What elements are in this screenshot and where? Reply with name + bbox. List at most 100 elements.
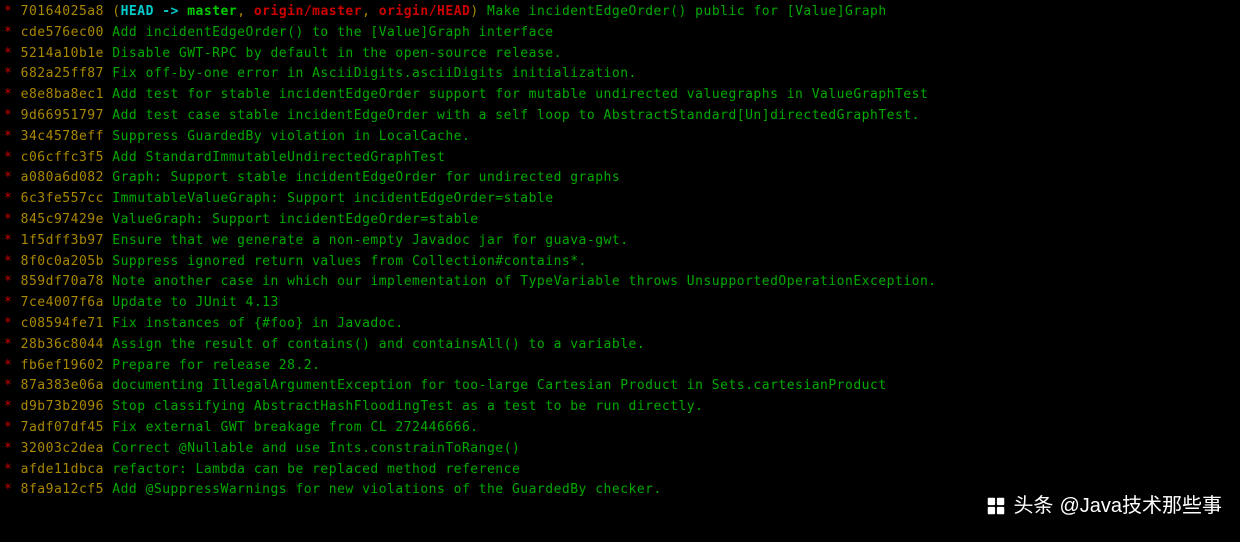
commit-message: Add test for stable incidentEdgeOrder su… — [112, 87, 928, 102]
commit-line: * 9d66951797 Add test case stable incide… — [4, 106, 1236, 127]
commit-hash: 682a25ff87 — [21, 66, 104, 81]
graph-star: * — [4, 87, 12, 102]
graph-star: * — [4, 316, 12, 331]
commit-line: * 34c4578eff Suppress GuardedBy violatio… — [4, 127, 1236, 148]
commit-hash: 34c4578eff — [21, 129, 104, 144]
commit-hash: d9b73b2096 — [21, 399, 104, 414]
commit-line: * 5214a10b1e Disable GWT-RPC by default … — [4, 44, 1236, 65]
ref-remote-branch: origin/master — [254, 4, 362, 19]
watermark-handle: @Java技术那些事 — [1059, 490, 1222, 522]
commit-line: * 682a25ff87 Fix off-by-one error in Asc… — [4, 64, 1236, 85]
commit-line: * c06cffc3f5 Add StandardImmutableUndire… — [4, 148, 1236, 169]
commit-hash: 70164025a8 — [21, 4, 104, 19]
graph-star: * — [4, 274, 12, 289]
commit-hash: 7ce4007f6a — [21, 295, 104, 310]
commit-message: Stop classifying AbstractHashFloodingTes… — [112, 399, 703, 414]
graph-star: * — [4, 46, 12, 61]
commit-line: * 87a383e06a documenting IllegalArgument… — [4, 376, 1236, 397]
commit-message: refactor: Lambda can be replaced method … — [112, 462, 520, 477]
commit-message: Add test case stable incidentEdgeOrder w… — [112, 108, 920, 123]
commit-message: Correct @Nullable and use Ints.constrain… — [112, 441, 520, 456]
commit-message: Prepare for release 28.2. — [112, 358, 320, 373]
commit-line: * 7adf07df45 Fix external GWT breakage f… — [4, 418, 1236, 439]
commit-message: Make incidentEdgeOrder() public for [Val… — [487, 4, 887, 19]
graph-star: * — [4, 420, 12, 435]
commit-line: * 845c97429e ValueGraph: Support inciden… — [4, 210, 1236, 231]
commit-message: Add incidentEdgeOrder() to the [Value]Gr… — [112, 25, 553, 40]
commit-line: * c08594fe71 Fix instances of {#foo} in … — [4, 314, 1236, 335]
commit-message: documenting IllegalArgumentException for… — [112, 378, 886, 393]
refs-open-paren: ( — [112, 4, 120, 19]
graph-star: * — [4, 212, 12, 227]
commit-line: * 8f0c0a205b Suppress ignored return val… — [4, 252, 1236, 273]
graph-star: * — [4, 233, 12, 248]
commit-message: Add @SuppressWarnings for new violations… — [112, 482, 662, 497]
commit-hash: cde576ec00 — [21, 25, 104, 40]
commit-hash: 8fa9a12cf5 — [21, 482, 104, 497]
commit-line: * 859df70a78 Note another case in which … — [4, 272, 1236, 293]
commit-hash: 32003c2dea — [21, 441, 104, 456]
commit-line: * afde11dbca refactor: Lambda can be rep… — [4, 460, 1236, 481]
watermark-icon — [985, 495, 1007, 517]
commit-hash: c08594fe71 — [21, 316, 104, 331]
git-log-output: * 70164025a8 (HEAD -> master, origin/mas… — [4, 2, 1236, 501]
graph-star: * — [4, 254, 12, 269]
graph-star: * — [4, 337, 12, 352]
commit-line: * 70164025a8 (HEAD -> master, origin/mas… — [4, 2, 1236, 23]
graph-star: * — [4, 378, 12, 393]
refs-close-paren: ) — [470, 4, 478, 19]
commit-line: * 28b36c8044 Assign the result of contai… — [4, 335, 1236, 356]
commit-message: Note another case in which our implement… — [112, 274, 936, 289]
commit-line: * 32003c2dea Correct @Nullable and use I… — [4, 439, 1236, 460]
commit-message: Suppress GuardedBy violation in LocalCac… — [112, 129, 470, 144]
commit-line: * a080a6d082 Graph: Support stable incid… — [4, 168, 1236, 189]
commit-message: Fix instances of {#foo} in Javadoc. — [112, 316, 403, 331]
commit-message: Suppress ignored return values from Coll… — [112, 254, 587, 269]
commit-hash: afde11dbca — [21, 462, 104, 477]
graph-star: * — [4, 25, 12, 40]
graph-star: * — [4, 170, 12, 185]
commit-line: * 7ce4007f6a Update to JUnit 4.13 — [4, 293, 1236, 314]
commit-message: Disable GWT-RPC by default in the open-s… — [112, 46, 562, 61]
commit-hash: 5214a10b1e — [21, 46, 104, 61]
commit-line: * 1f5dff3b97 Ensure that we generate a n… — [4, 231, 1236, 252]
commit-line: * 6c3fe557cc ImmutableValueGraph: Suppor… — [4, 189, 1236, 210]
commit-message: Fix off-by-one error in AsciiDigits.asci… — [112, 66, 637, 81]
commit-hash: 8f0c0a205b — [21, 254, 104, 269]
commit-message: Fix external GWT breakage from CL 272446… — [112, 420, 478, 435]
graph-star: * — [4, 482, 12, 497]
ref-arrow: -> — [154, 4, 187, 19]
commit-message: ValueGraph: Support incidentEdgeOrder=st… — [112, 212, 478, 227]
commit-hash: 87a383e06a — [21, 378, 104, 393]
commit-hash: e8e8ba8ec1 — [21, 87, 104, 102]
ref-head: HEAD — [121, 4, 154, 19]
graph-star: * — [4, 66, 12, 81]
commit-hash: 859df70a78 — [21, 274, 104, 289]
ref-local-branch: master — [187, 4, 237, 19]
commit-hash: 9d66951797 — [21, 108, 104, 123]
commit-hash: a080a6d082 — [21, 170, 104, 185]
graph-star: * — [4, 295, 12, 310]
ref-separator: , — [362, 4, 379, 19]
commit-line: * fb6ef19602 Prepare for release 28.2. — [4, 356, 1236, 377]
commit-hash: 28b36c8044 — [21, 337, 104, 352]
commit-line: * e8e8ba8ec1 Add test for stable inciden… — [4, 85, 1236, 106]
graph-star: * — [4, 108, 12, 123]
commit-hash: c06cffc3f5 — [21, 150, 104, 165]
commit-hash: 7adf07df45 — [21, 420, 104, 435]
commit-line: * cde576ec00 Add incidentEdgeOrder() to … — [4, 23, 1236, 44]
commit-hash: 845c97429e — [21, 212, 104, 227]
graph-star: * — [4, 129, 12, 144]
commit-message: Graph: Support stable incidentEdgeOrder … — [112, 170, 620, 185]
commit-hash: 1f5dff3b97 — [21, 233, 104, 248]
commit-message: Update to JUnit 4.13 — [112, 295, 279, 310]
commit-line: * d9b73b2096 Stop classifying AbstractHa… — [4, 397, 1236, 418]
watermark-prefix: 头条 — [1013, 490, 1053, 522]
commit-message: Assign the result of contains() and cont… — [112, 337, 645, 352]
commit-hash: fb6ef19602 — [21, 358, 104, 373]
ref-remote-branch: origin/HEAD — [379, 4, 471, 19]
graph-star: * — [4, 150, 12, 165]
ref-separator: , — [237, 4, 254, 19]
commit-message: ImmutableValueGraph: Support incidentEdg… — [112, 191, 553, 206]
commit-hash: 6c3fe557cc — [21, 191, 104, 206]
